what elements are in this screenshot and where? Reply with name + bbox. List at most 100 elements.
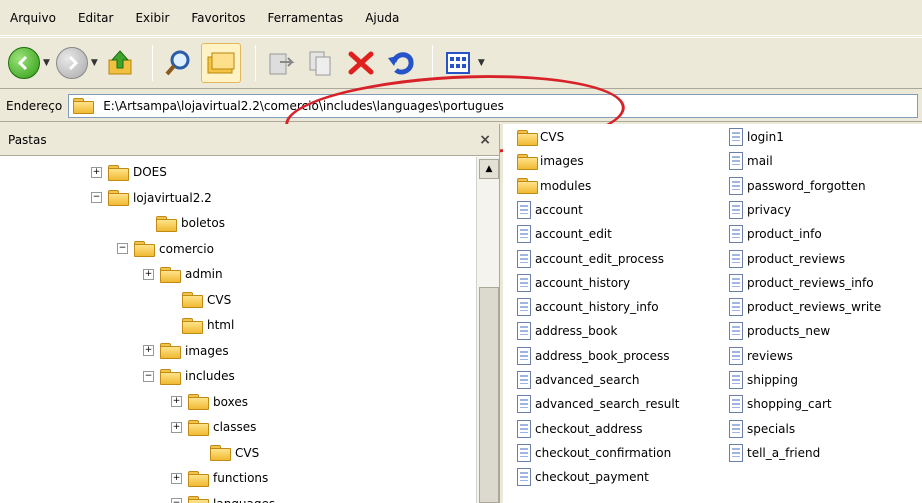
file-item-shipping[interactable]: shipping [729,369,798,391]
folders-pane-header: Pastas × [0,124,499,156]
file-item-mail[interactable]: mail [729,150,773,172]
tree-node-cvs[interactable]: CVS [182,290,231,310]
menu-favoritos[interactable]: Favoritos [191,11,245,25]
file-item-product-reviews-info[interactable]: product_reviews_info [729,272,874,294]
collapse-icon[interactable]: − [143,370,154,382]
forward-button[interactable]: ▼ [55,43,98,83]
file-item-address-book-process[interactable]: address_book_process [517,345,670,367]
php-file-icon [517,443,531,462]
tree-node-functions[interactable]: + functions [171,468,268,488]
file-item-password-forgotten[interactable]: password_forgotten [729,175,866,197]
php-file-icon [729,419,743,438]
search-button[interactable] [161,43,195,83]
tree-node-languages[interactable]: − languages [171,494,275,503]
expand-icon[interactable]: + [91,166,102,178]
tree-node-label: html [207,318,235,332]
tree-node-boletos[interactable]: boletos [156,213,225,233]
file-label: address_book [535,324,618,339]
tree-node-cvs[interactable]: CVS [210,443,259,463]
move-to-button[interactable] [264,43,298,83]
tree-node-images[interactable]: + images [143,341,229,361]
file-item-specials[interactable]: specials [729,418,795,440]
php-file-icon [729,273,743,292]
toolbar-separator-2 [254,45,256,81]
tree-node-admin[interactable]: + admin [143,264,223,284]
file-label: account_history [535,275,631,290]
file-item-checkout-payment[interactable]: checkout_payment [517,466,649,488]
folders-button[interactable] [200,43,241,83]
address-input[interactable]: E:\Artsampa\lojavirtual2.2\comercio\incl… [68,93,918,118]
expand-icon[interactable]: + [143,268,154,280]
scrollbar-thumb[interactable] [479,287,499,503]
file-item-checkout-address[interactable]: checkout_address [517,418,643,440]
back-button[interactable]: ▼ [8,43,50,83]
php-file-icon [729,176,743,195]
menu-editar[interactable]: Editar [78,11,114,25]
tree-node-includes[interactable]: − includes [143,366,235,386]
collapse-icon[interactable]: − [91,192,102,203]
file-item-checkout-confirmation[interactable]: checkout_confirmation [517,442,671,464]
tree-node-label: admin [185,267,223,281]
back-dropdown-icon[interactable]: ▼ [43,58,50,68]
file-item-product-reviews[interactable]: product_reviews [729,248,845,270]
file-item-tell-a-friend[interactable]: tell_a_friend [729,442,820,464]
file-item-address-book[interactable]: address_book [517,320,617,342]
menu-ferramentas[interactable]: Ferramentas [268,11,344,25]
file-item-product-info[interactable]: product_info [729,223,822,245]
scroll-up-icon[interactable]: ▲ [479,159,499,179]
delete-button[interactable] [344,43,378,83]
file-item-account-edit-process[interactable]: account_edit_process [517,248,664,270]
file-item-advanced-search[interactable]: advanced_search [517,369,640,391]
menu-exibir[interactable]: Exibir [135,11,169,25]
expand-icon[interactable]: + [171,472,182,484]
php-file-icon [517,298,531,317]
collapse-icon[interactable]: − [117,243,128,254]
collapse-icon[interactable]: − [171,498,182,503]
file-item-login1[interactable]: login1 [729,126,784,148]
views-icon [441,46,475,80]
php-file-icon [517,419,531,438]
file-item-cvs[interactable]: CVS [517,126,564,148]
file-item-product-reviews-write[interactable]: product_reviews_write [729,296,881,318]
forward-dropdown-icon[interactable]: ▼ [91,58,98,68]
file-item-images[interactable]: images [517,150,584,172]
file-item-privacy[interactable]: privacy [729,199,791,221]
folder-icon [517,178,538,195]
expand-icon[interactable]: + [143,345,154,356]
up-folder-icon [104,46,138,80]
file-label: privacy [747,202,792,217]
menu-ajuda[interactable]: Ajuda [365,11,399,25]
tree-node-boxes[interactable]: + boxes [171,392,248,412]
file-label: checkout_payment [535,470,649,485]
undo-button[interactable] [384,43,418,83]
folder-icon [73,98,95,114]
menu-arquivo[interactable]: Arquivo [10,11,56,25]
up-button[interactable] [104,43,138,83]
folder-tree-scrollbar[interactable]: ▲ [476,157,499,503]
tree-node-comercio[interactable]: − comercio [117,239,214,259]
tree-node-classes[interactable]: + classes [171,417,256,437]
folder-tree: + DOES − lojavirtual2.2 boletos − comercio + adm… [0,157,476,503]
file-item-shopping-cart[interactable]: shopping_cart [729,393,832,415]
tree-node-html[interactable]: html [182,315,234,335]
file-item-account[interactable]: account [517,199,583,221]
file-item-advanced-search-result[interactable]: advanced_search_result [517,393,679,415]
move-to-icon [264,46,298,80]
folder-icon [188,496,209,503]
file-item-products-new[interactable]: products_new [729,320,830,342]
views-dropdown-icon[interactable]: ▼ [478,58,485,68]
expand-icon[interactable]: + [171,421,182,433]
file-item-account-history-info[interactable]: account_history_info [517,296,659,318]
copy-to-button[interactable] [304,43,338,83]
file-item-modules[interactable]: modules [517,175,591,197]
file-item-reviews[interactable]: reviews [729,345,793,367]
expand-icon[interactable]: + [171,396,182,407]
close-icon[interactable]: × [479,132,491,148]
file-item-account-edit[interactable]: account_edit [517,223,612,245]
tree-node-label: boletos [181,216,225,230]
file-item-account-history[interactable]: account_history [517,272,630,294]
php-file-icon [729,346,743,365]
views-button[interactable]: ▼ [441,43,485,83]
tree-node-lojavirtual2-2[interactable]: − lojavirtual2.2 [91,188,212,208]
tree-node-does[interactable]: + DOES [91,162,167,182]
